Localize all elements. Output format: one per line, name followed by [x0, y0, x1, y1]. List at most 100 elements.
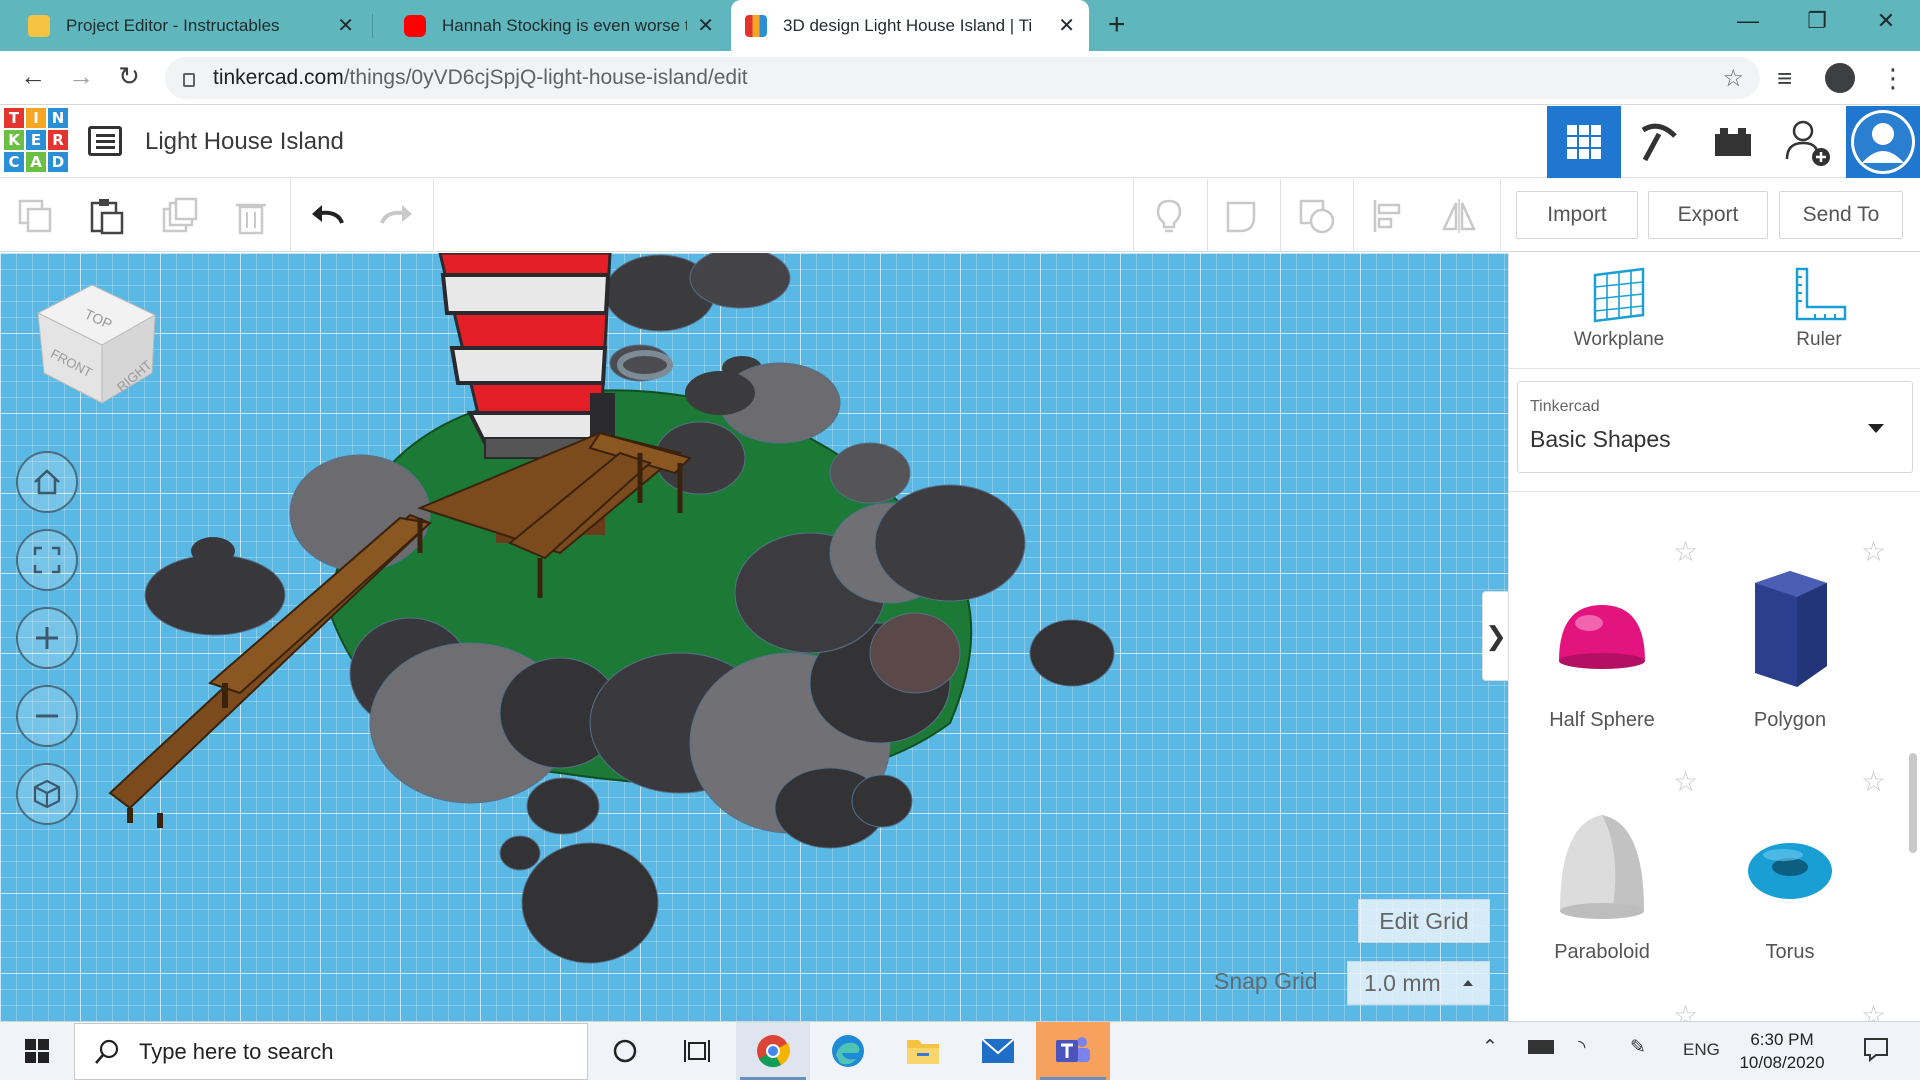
back-button[interactable]: ←	[16, 61, 50, 92]
taskbar-edge[interactable]	[811, 1022, 885, 1080]
tab-youtube[interactable]: Hannah Stocking is even worse t ✕	[376, 0, 728, 51]
task-view-button[interactable]	[660, 1022, 734, 1080]
shape-paraboloid[interactable]: Paraboloid	[1527, 783, 1677, 983]
close-window-button[interactable]: ✕	[1866, 8, 1906, 34]
ruler-tool[interactable]: Ruler	[1759, 267, 1879, 351]
trash-icon[interactable]	[232, 197, 270, 235]
favorite-star-icon[interactable]: ☆	[1673, 535, 1698, 568]
tab-instructables[interactable]: Project Editor - Instructables ✕	[0, 0, 368, 51]
favorite-star-icon[interactable]: ☆	[1861, 535, 1886, 568]
restore-button[interactable]: ❐	[1797, 8, 1837, 34]
user-avatar[interactable]	[1846, 106, 1920, 178]
logo-letter: K	[4, 130, 24, 150]
taskbar-file-explorer[interactable]	[886, 1022, 960, 1080]
favorite-star-icon[interactable]: ☆	[1861, 765, 1886, 798]
battery-icon[interactable]	[1528, 1040, 1554, 1054]
language-indicator[interactable]: ENG	[1683, 1040, 1720, 1060]
media-control-icon[interactable]: ≡	[1777, 63, 1792, 94]
notification-icon[interactable]	[1862, 1036, 1890, 1068]
copy-icon[interactable]	[16, 197, 54, 235]
lighthouse-island-model[interactable]	[0, 253, 1508, 1021]
export-button[interactable]: Export	[1648, 191, 1768, 239]
close-icon[interactable]: ✕	[697, 13, 714, 38]
shape-torus[interactable]: Torus	[1715, 783, 1865, 983]
shape-polygon[interactable]: Polygon	[1715, 551, 1865, 751]
logo-letter: A	[26, 152, 46, 172]
duplicate-icon[interactable]	[160, 197, 198, 235]
group-icon[interactable]	[1224, 197, 1262, 235]
add-user-icon	[1785, 120, 1830, 166]
blocks-view-button[interactable]	[1622, 106, 1696, 178]
close-icon[interactable]: ✕	[1058, 13, 1075, 38]
favorite-star-icon[interactable]: ☆	[1861, 999, 1886, 1021]
taskbar-teams[interactable]	[1036, 1022, 1110, 1080]
snap-grid-value: 1.0 mm	[1364, 969, 1441, 996]
profile-icon[interactable]	[1825, 63, 1855, 93]
chevron-up-icon[interactable]: ⌃	[1482, 1036, 1498, 1059]
design-title[interactable]: Light House Island	[145, 128, 344, 156]
close-icon[interactable]: ✕	[337, 13, 354, 38]
shape-half-sphere[interactable]: Half Sphere	[1527, 551, 1677, 751]
toolbar-divider	[1500, 179, 1501, 252]
shapes-panel: Workplane Ruler Tinkercad Basic Shapes H…	[1508, 253, 1920, 1021]
bricks-view-button[interactable]	[1696, 106, 1770, 178]
taskbar-chrome[interactable]	[736, 1022, 810, 1080]
workplane-tool[interactable]: Workplane	[1559, 267, 1679, 351]
fit-view-button[interactable]	[16, 529, 78, 591]
undo-icon[interactable]	[308, 197, 346, 235]
url-field[interactable]: tinkercad.com/things/0yVD6cjSpjQ-light-h…	[165, 57, 1760, 99]
redo-icon[interactable]	[378, 197, 416, 235]
import-button[interactable]: Import	[1516, 191, 1638, 239]
shape-library-select[interactable]: Tinkercad Basic Shapes	[1517, 381, 1913, 473]
tab-tinkercad[interactable]: 3D design Light House Island | Ti ✕	[731, 0, 1089, 51]
send-to-button[interactable]: Send To	[1779, 191, 1903, 239]
minimize-button[interactable]: —	[1728, 8, 1768, 34]
toolbar-divider	[433, 179, 434, 252]
collapse-panel-button[interactable]: ❯	[1482, 591, 1508, 681]
chevron-right-icon: ❯	[1485, 620, 1507, 651]
favorite-star-icon[interactable]: ☆	[1673, 999, 1698, 1021]
home-view-button[interactable]	[16, 451, 78, 513]
align-icon[interactable]	[1370, 197, 1408, 235]
paste-icon[interactable]	[88, 197, 126, 235]
logo-letter: N	[48, 108, 68, 128]
tinkercad-header: T I N K E R C A D Light House Island	[0, 106, 1920, 178]
forward-button[interactable]: →	[64, 61, 98, 92]
lightbulb-icon[interactable]	[1150, 197, 1188, 235]
snap-grid-select[interactable]: 1.0 mm	[1347, 961, 1490, 1005]
cortana-button[interactable]	[588, 1022, 662, 1080]
plus-icon	[36, 627, 58, 649]
star-bookmark-icon[interactable]: ☆	[1722, 64, 1744, 93]
design-list-icon[interactable]	[88, 126, 122, 156]
mirror-icon[interactable]	[1440, 197, 1478, 235]
toolbar-divider	[1280, 179, 1281, 252]
view-cube[interactable]: TOP FRONT RIGHT	[30, 275, 160, 405]
pen-icon[interactable]: ✎	[1630, 1036, 1646, 1059]
zoom-in-button[interactable]	[16, 607, 78, 669]
edit-grid-button[interactable]: Edit Grid	[1358, 899, 1490, 943]
shape-name: Paraboloid	[1554, 941, 1650, 963]
cortana-circle-icon	[613, 1039, 637, 1063]
panel-scrollbar[interactable]	[1909, 753, 1917, 853]
clock[interactable]: 6:30 PM 10/08/2020	[1722, 1028, 1842, 1074]
taskbar-search-field[interactable]: Type here to search	[74, 1023, 588, 1080]
mail-icon	[981, 1038, 1015, 1063]
task-view-icon	[684, 1040, 710, 1062]
shape-name: Polygon	[1753, 709, 1827, 731]
new-tab-button[interactable]: +	[1108, 8, 1126, 42]
ungroup-icon[interactable]	[1298, 197, 1336, 235]
menu-icon[interactable]: ⋮	[1880, 63, 1906, 94]
reload-button[interactable]: ↻	[112, 61, 146, 92]
paraboloid-icon	[1560, 815, 1644, 919]
start-button[interactable]	[0, 1022, 74, 1080]
taskbar-mail[interactable]	[961, 1022, 1035, 1080]
grid-view-icon	[1567, 125, 1601, 159]
workplane-canvas[interactable]: TOP FRONT RIGHT Edit Grid Snap Grid 1.0 …	[0, 253, 1508, 1021]
favorite-star-icon[interactable]: ☆	[1673, 765, 1698, 798]
tinkercad-logo[interactable]: T I N K E R C A D	[4, 108, 68, 172]
invite-user-button[interactable]	[1771, 106, 1845, 178]
wifi-icon[interactable]: ◝	[1578, 1036, 1585, 1059]
3d-view-button[interactable]	[1547, 106, 1621, 178]
perspective-button[interactable]	[16, 763, 78, 825]
zoom-out-button[interactable]	[16, 685, 78, 747]
